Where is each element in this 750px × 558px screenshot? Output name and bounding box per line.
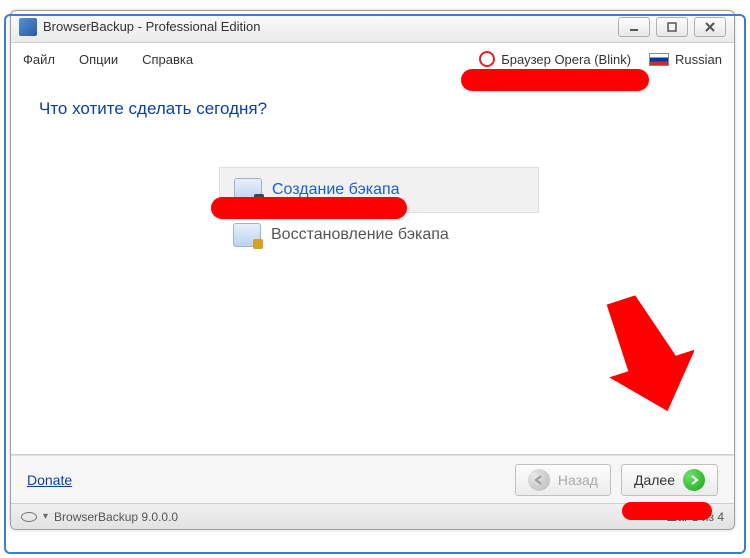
opera-icon bbox=[479, 51, 495, 67]
maximize-button[interactable] bbox=[656, 17, 688, 37]
next-button[interactable]: Далее bbox=[621, 464, 718, 496]
annotation-highlight bbox=[461, 69, 649, 91]
minimize-icon bbox=[628, 21, 640, 33]
donate-link[interactable]: Donate bbox=[27, 472, 72, 488]
close-button[interactable] bbox=[694, 17, 726, 37]
titlebar: BrowserBackup - Professional Edition bbox=[11, 11, 734, 43]
back-button[interactable]: Назад bbox=[515, 464, 611, 496]
annotation-highlight bbox=[211, 197, 407, 219]
restore-backup-icon bbox=[233, 223, 261, 247]
flag-icon bbox=[649, 53, 669, 66]
window-title: BrowserBackup - Professional Edition bbox=[43, 19, 261, 34]
eye-icon bbox=[21, 512, 37, 522]
content-area: Что хотите сделать сегодня? Создание бэк… bbox=[11, 75, 734, 455]
wizard-prompt: Что хотите сделать сегодня? bbox=[39, 99, 706, 119]
app-window: BrowserBackup - Professional Edition Фай… bbox=[10, 10, 735, 530]
window-controls bbox=[618, 17, 726, 37]
option-restore-label: Восстановление бэкапа bbox=[271, 226, 449, 244]
annotation-arrow-icon bbox=[604, 294, 694, 414]
language-selector[interactable]: Russian bbox=[649, 52, 722, 67]
menu-options[interactable]: Опции bbox=[79, 52, 118, 67]
next-label: Далее bbox=[634, 472, 675, 488]
back-label: Назад bbox=[558, 472, 598, 488]
minimize-button[interactable] bbox=[618, 17, 650, 37]
browser-label: Браузер Opera (Blink) bbox=[501, 52, 631, 67]
arrow-left-icon bbox=[528, 469, 550, 491]
status-product: BrowserBackup 9.0.0.0 bbox=[54, 510, 178, 524]
annotation-highlight bbox=[622, 502, 712, 520]
menu-help[interactable]: Справка bbox=[142, 52, 193, 67]
close-icon bbox=[704, 21, 716, 33]
status-dropdown-icon[interactable]: ▾ bbox=[43, 511, 48, 522]
app-icon bbox=[19, 18, 37, 36]
nav-buttons: Назад Далее bbox=[515, 464, 718, 496]
footer-bar: Donate Назад Далее bbox=[11, 455, 734, 503]
maximize-icon bbox=[666, 21, 678, 33]
language-label: Russian bbox=[675, 52, 722, 67]
arrow-right-icon bbox=[683, 469, 705, 491]
menu-file[interactable]: Файл bbox=[23, 52, 55, 67]
browser-selector[interactable]: Браузер Opera (Blink) bbox=[479, 51, 631, 67]
option-restore-backup[interactable]: Восстановление бэкапа bbox=[219, 213, 539, 257]
